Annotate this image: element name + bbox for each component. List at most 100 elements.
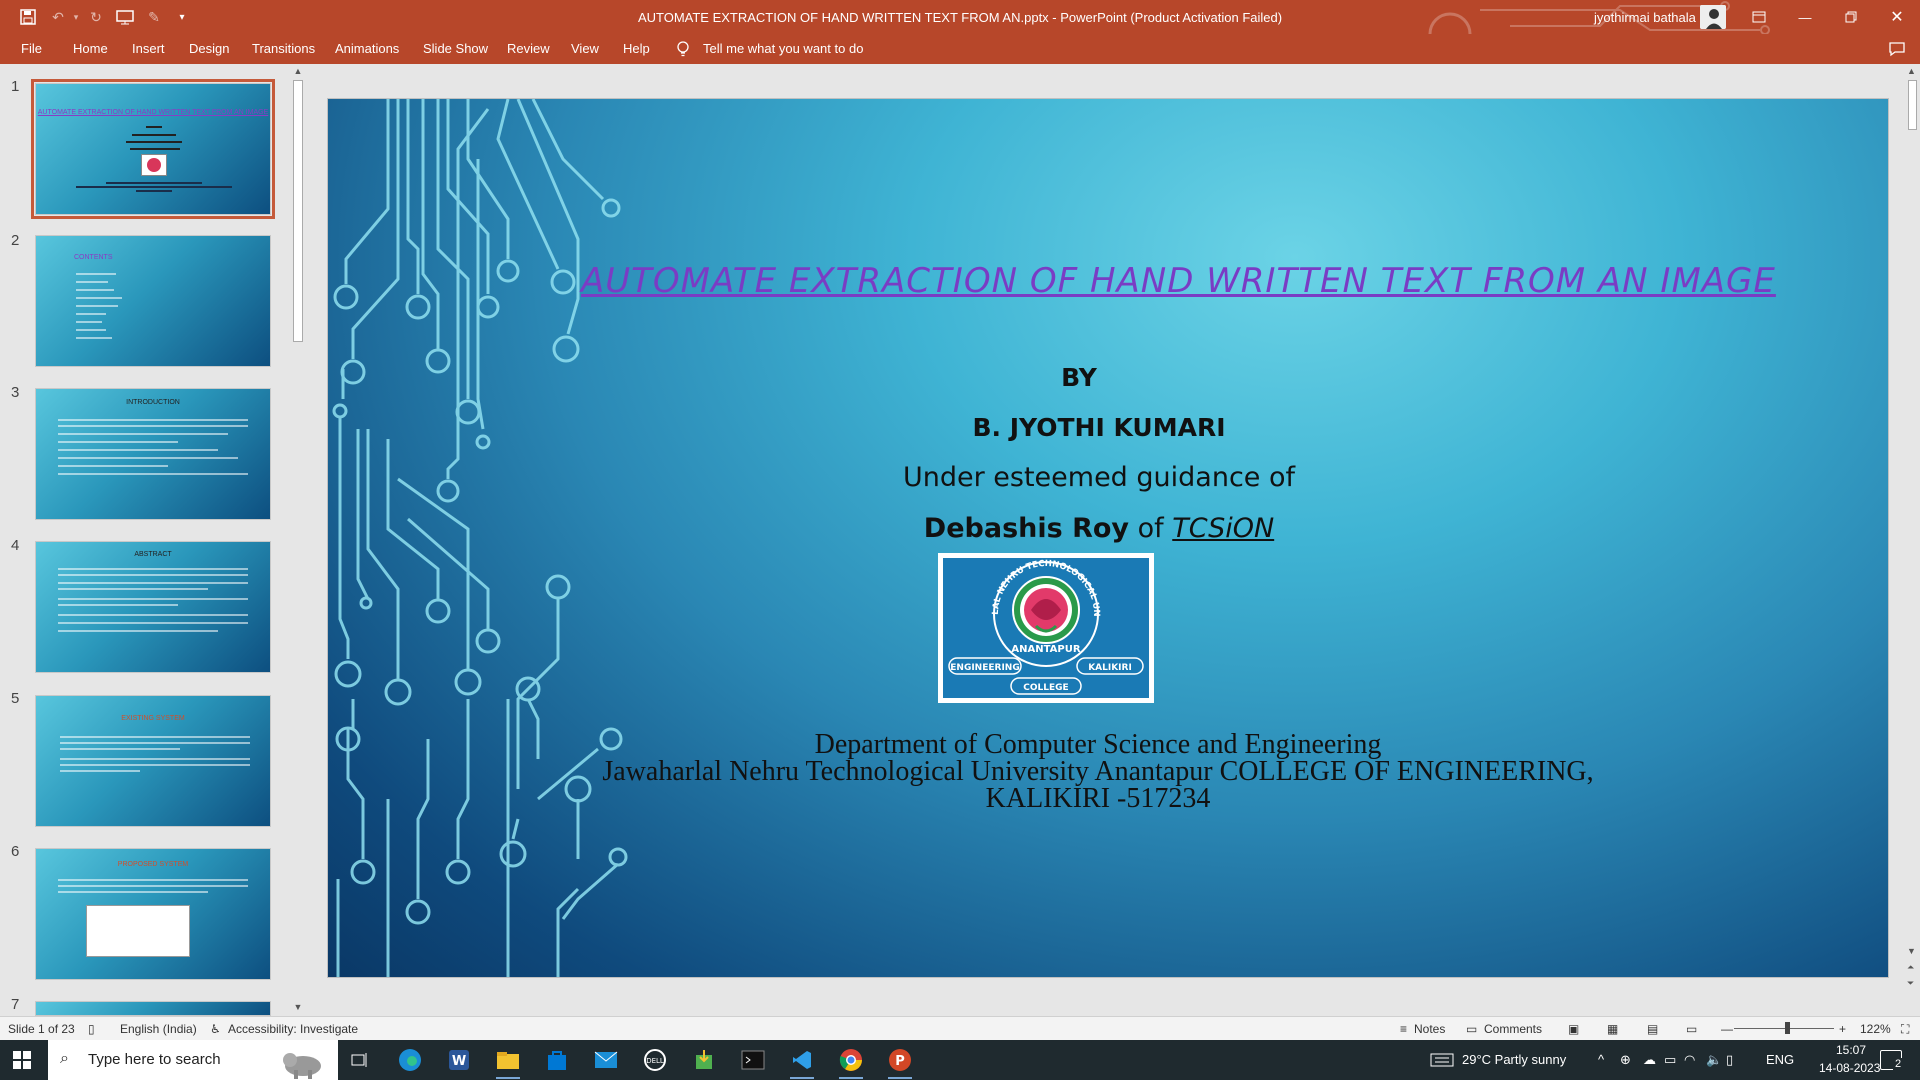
zoom-level[interactable]: 122% (1860, 1022, 1891, 1036)
tab-slide-show[interactable]: Slide Show (423, 41, 488, 56)
tab-insert[interactable]: Insert (132, 41, 165, 56)
wifi-icon[interactable]: ◠ (1684, 1052, 1695, 1068)
slide-thumbnail[interactable]: ABSTRACT (35, 541, 271, 673)
powerpoint-icon[interactable]: P (882, 1045, 918, 1079)
tab-review[interactable]: Review (507, 41, 550, 56)
slide-number: 2 (11, 232, 20, 249)
zoom-slider[interactable] (1734, 1028, 1834, 1029)
slide-sorter-icon[interactable]: ▦ (1607, 1022, 1618, 1036)
slide[interactable]: AUTOMATE EXTRACTION OF HAND WRITTEN TEXT… (327, 98, 1889, 978)
windows-start-icon[interactable] (4, 1045, 40, 1075)
scroll-down-icon[interactable]: ▼ (292, 1002, 304, 1014)
tab-help[interactable]: Help (623, 41, 650, 56)
user-name[interactable]: jyothirmai bathala (1594, 10, 1696, 25)
terminal-icon[interactable] (735, 1045, 771, 1075)
slide-place[interactable]: KALIKIRI -517234 (328, 783, 1888, 815)
previous-slide-icon[interactable]: ⏶ (1907, 962, 1914, 973)
zoom-in-icon[interactable]: + (1839, 1022, 1846, 1036)
fit-to-window-icon[interactable]: ⛶ (1901, 1022, 1909, 1037)
slide-show-icon[interactable]: ▭ (1686, 1022, 1697, 1036)
scroll-down-icon[interactable]: ▼ (1907, 946, 1916, 956)
tell-me-search[interactable]: Tell me what you want to do (703, 41, 863, 56)
search-icon: ⌕ (60, 1050, 69, 1067)
edge-icon[interactable] (392, 1045, 428, 1075)
chrome-icon[interactable] (833, 1045, 869, 1079)
slide-count[interactable]: Slide 1 of 23 (8, 1022, 75, 1036)
next-slide-icon[interactable]: ⏷ (1907, 978, 1914, 989)
cloud-icon[interactable]: ☁ (1643, 1052, 1656, 1068)
scrollbar-thumb[interactable] (293, 80, 303, 342)
scroll-up-icon[interactable]: ▲ (292, 66, 304, 78)
guide-of: of (1137, 513, 1164, 544)
input-language[interactable]: ENG (1766, 1052, 1794, 1067)
language-status[interactable]: English (India) (120, 1022, 197, 1036)
avatar[interactable] (1700, 5, 1726, 29)
taskbar-search[interactable]: ⌕ Type here to search (48, 1040, 338, 1080)
accessibility-icon[interactable]: ♿ (210, 1022, 221, 1036)
slide-thumbnail[interactable]: INTRODUCTION (35, 388, 271, 520)
comments-icon[interactable]: ▭ (1466, 1022, 1477, 1036)
slide-thumbnail[interactable] (35, 1001, 271, 1016)
accessibility-status[interactable]: Accessibility: Investigate (228, 1022, 358, 1036)
scroll-up-icon[interactable]: ▲ (1907, 66, 1916, 76)
tab-transitions[interactable]: Transitions (252, 41, 315, 56)
svg-text:DELL: DELL (646, 1057, 664, 1065)
notes-button[interactable]: Notes (1414, 1022, 1445, 1036)
thumb-title: PROPOSED SYSTEM (117, 861, 189, 868)
slide-title[interactable]: AUTOMATE EXTRACTION OF HAND WRITTEN TEXT… (581, 261, 1775, 301)
normal-view-icon[interactable]: ▣ (1568, 1022, 1579, 1036)
clock-time[interactable]: 15:07 (1825, 1043, 1877, 1057)
slide-author[interactable]: B. JYOTHI KUMARI (328, 413, 1880, 442)
slide-guidance[interactable]: Under esteemed guidance of (328, 462, 1880, 493)
zoom-slider-thumb[interactable] (1785, 1022, 1790, 1034)
scrollbar-thumb[interactable] (1908, 80, 1917, 130)
minimize-button[interactable]: — (1782, 0, 1828, 34)
vscode-icon[interactable] (784, 1045, 820, 1079)
network-globe-icon[interactable]: ⊕ (1620, 1052, 1631, 1068)
display-icon[interactable]: ▭ (1664, 1052, 1676, 1068)
comments-button[interactable]: Comments (1484, 1022, 1542, 1036)
notes-icon[interactable]: ≡ (1400, 1022, 1407, 1036)
college-logo[interactable]: JAWAHARLAL NEHRU TECHNOLOGICAL UNIVERSIT… (938, 551, 1154, 703)
weather-icon[interactable] (1424, 1045, 1460, 1075)
slide-thumbnail[interactable]: AUTOMATE EXTRACTION OF HAND WRITTEN TEXT… (31, 79, 275, 219)
file-explorer-icon[interactable] (490, 1045, 526, 1079)
tab-file[interactable]: File (21, 41, 42, 56)
thumbnail-scrollbar[interactable]: ▲ ▼ (290, 64, 306, 1016)
slide-thumbnail[interactable]: CONTENTS (35, 235, 271, 367)
slide-guide-line[interactable]: Debashis Roy of TCSiON (328, 513, 1880, 544)
battery-icon[interactable]: ▯ (1726, 1052, 1733, 1068)
app-installer-icon[interactable] (686, 1045, 722, 1075)
powerpoint-window: ↶ ▾ ↻ ✎ ▾ AUTOMATE EXTRACTION OF HAND WR… (0, 0, 1920, 1080)
weather-text[interactable]: 29°C Partly sunny (1462, 1052, 1566, 1067)
logo-right: KALIKIRI (1088, 663, 1132, 673)
elephant-search-art (283, 1053, 321, 1079)
search-placeholder: Type here to search (88, 1051, 221, 1068)
tab-animations[interactable]: Animations (335, 41, 399, 56)
tab-view[interactable]: View (571, 41, 599, 56)
show-hidden-icons-icon[interactable]: ^ (1598, 1052, 1604, 1067)
clock-date[interactable]: 14-08-2023 (1819, 1061, 1880, 1075)
store-icon[interactable] (539, 1045, 575, 1075)
slide-thumbnail[interactable]: PROPOSED SYSTEM (35, 848, 271, 980)
tab-home[interactable]: Home (73, 41, 108, 56)
tab-design[interactable]: Design (189, 41, 229, 56)
slide-by[interactable]: BY (328, 363, 1860, 392)
task-view-icon[interactable] (342, 1045, 378, 1075)
slide-scrollbar[interactable]: ▲ ▼ ⏶ ⏷ (1905, 64, 1920, 1016)
slide-thumbnail[interactable]: EXISTING SYSTEM (35, 695, 271, 827)
zoom-out-icon[interactable]: — (1721, 1022, 1733, 1036)
spelling-icon[interactable]: ▯ (88, 1022, 95, 1036)
mail-icon[interactable] (588, 1045, 624, 1075)
dell-icon[interactable]: DELL (637, 1045, 673, 1075)
ribbon-display-options-icon[interactable] (1736, 0, 1782, 34)
close-button[interactable]: ✕ (1874, 0, 1920, 34)
volume-icon[interactable]: 🔈 (1706, 1052, 1722, 1068)
restore-button[interactable] (1828, 0, 1874, 34)
comments-icon[interactable] (1888, 41, 1906, 60)
slide-number: 6 (11, 843, 20, 860)
word-icon[interactable]: W (441, 1045, 477, 1075)
notification-count: 2 (1893, 1058, 1904, 1070)
lightbulb-icon[interactable] (676, 41, 690, 60)
reading-view-icon[interactable]: ▤ (1647, 1022, 1658, 1036)
